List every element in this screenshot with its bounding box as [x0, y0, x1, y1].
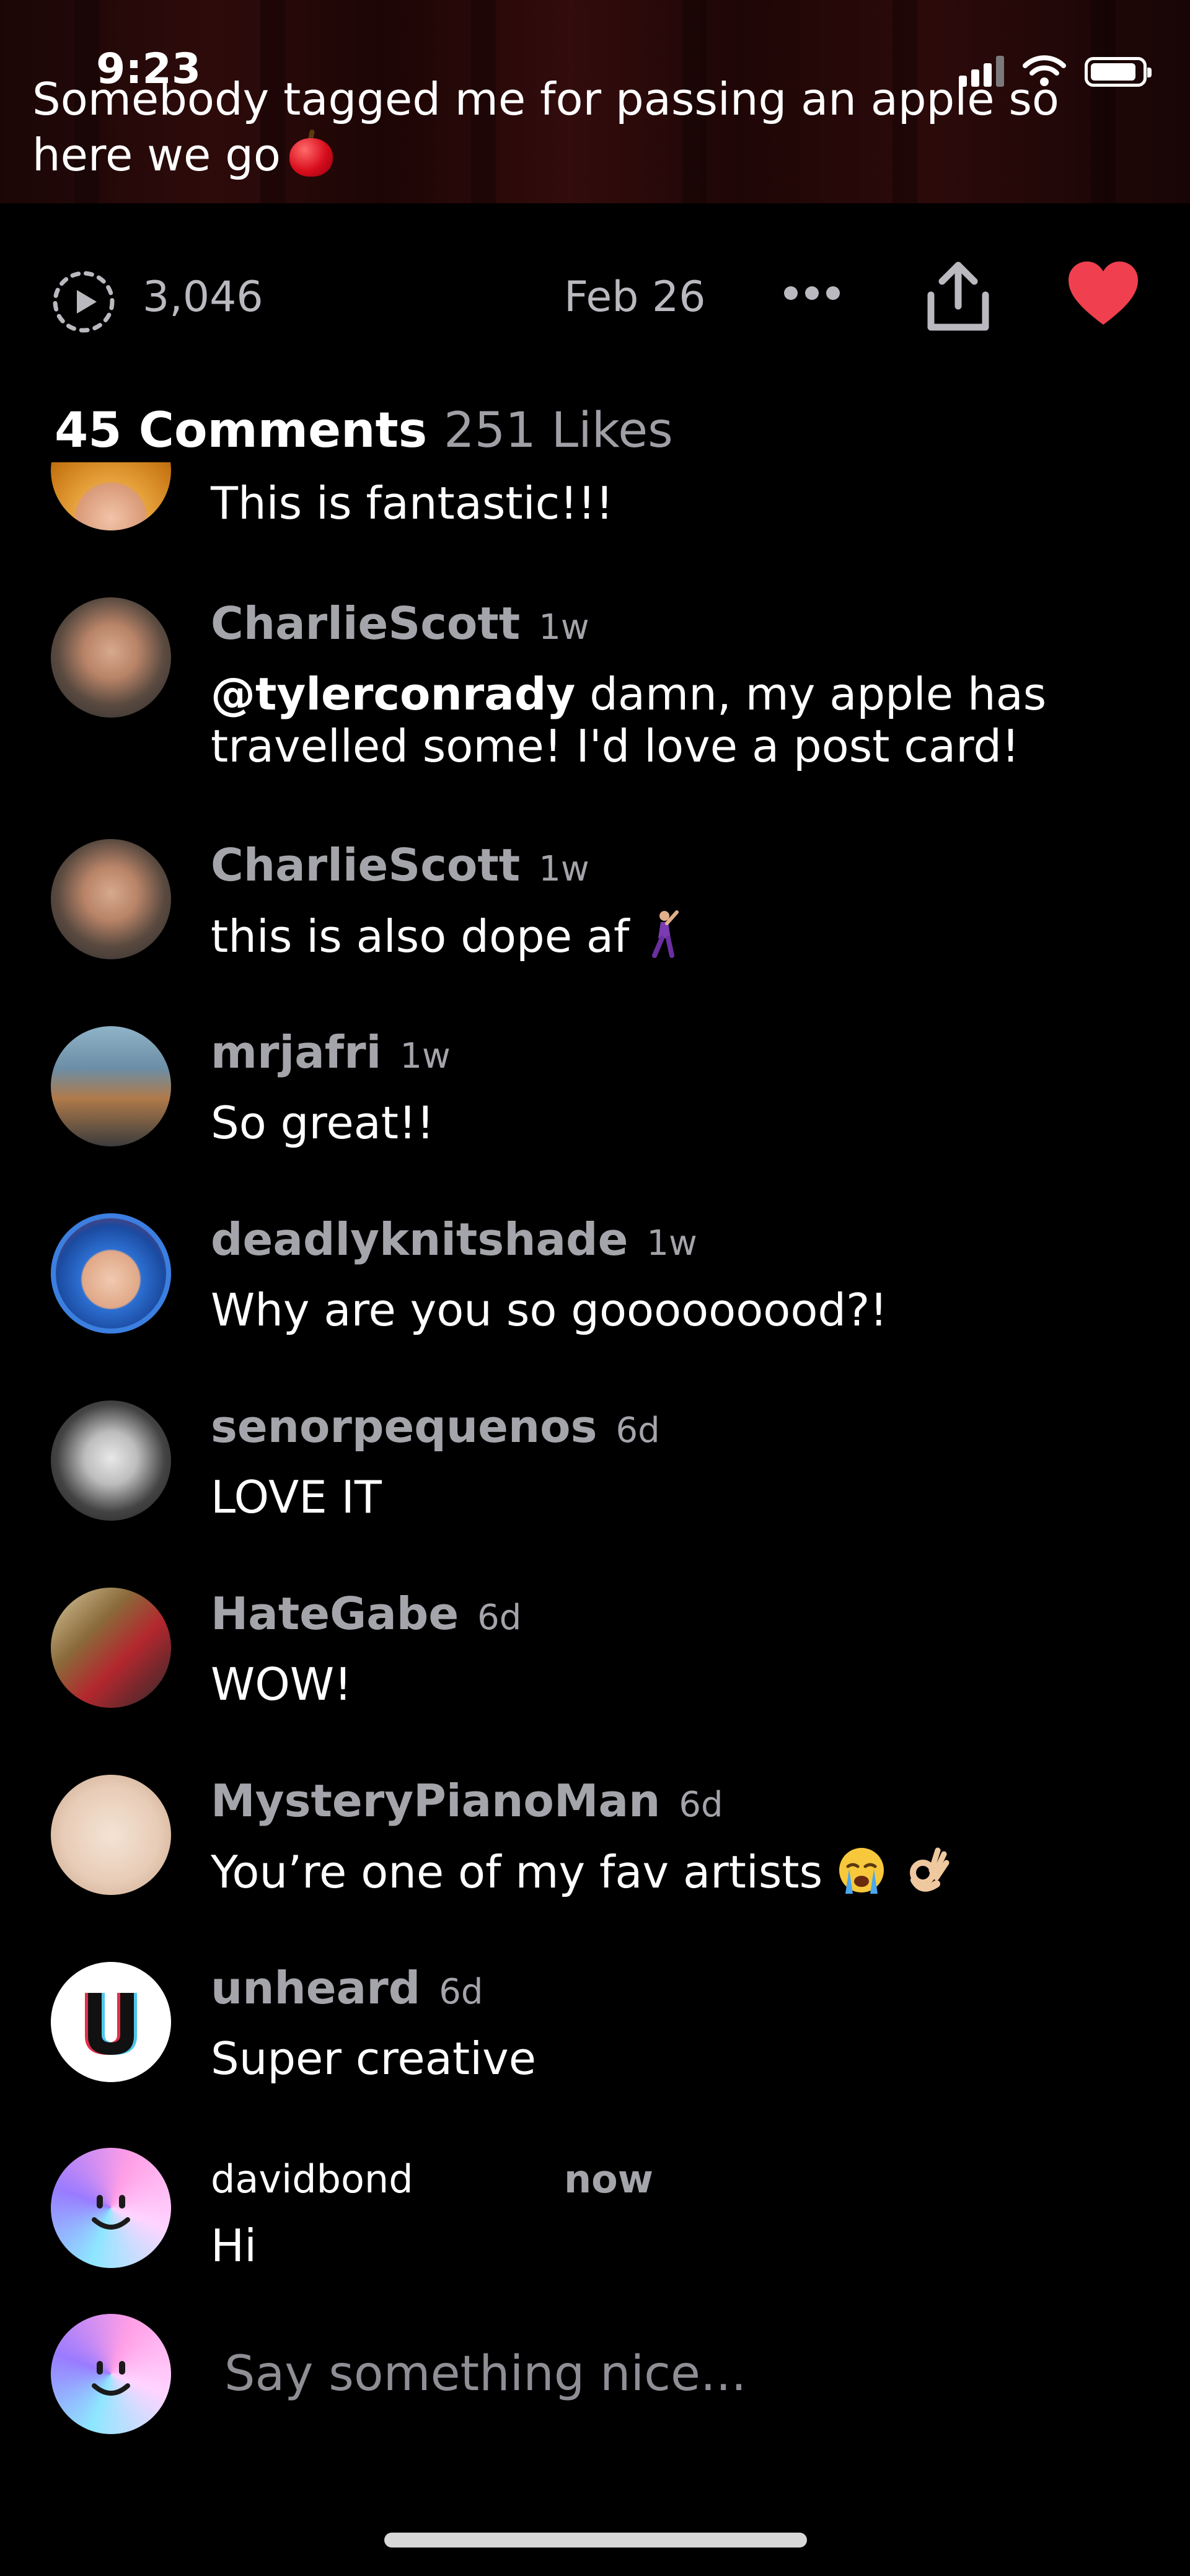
comment-time: 1w	[400, 1036, 451, 1076]
comment-text-line: damn, my apple has	[575, 668, 1047, 720]
tab-likes[interactable]: 251 Likes	[444, 403, 673, 459]
post-date: Feb 26	[564, 273, 706, 322]
caption-text: Somebody tagged me for passing an apple …	[32, 73, 1059, 181]
comment-username[interactable]: unheard	[211, 1962, 420, 2014]
curtain-fold	[1091, 0, 1116, 203]
unheard-logo-icon	[85, 1993, 137, 2055]
comment-header: deadlyknitshade 1w	[211, 1213, 697, 1265]
smiley-face-icon	[92, 2195, 130, 2230]
comment-header: HateGabe 6d	[211, 1588, 521, 1640]
play-count: 3,046	[143, 273, 263, 322]
more-options-icon[interactable]	[784, 286, 840, 301]
ok-hand-emoji-icon	[909, 1847, 950, 1892]
comment-text: This is fantastic!!!	[211, 477, 614, 529]
apple-emoji-icon	[288, 129, 334, 177]
comment-username[interactable]: mrjafri	[211, 1026, 381, 1078]
comment-text: So great!!	[211, 1097, 434, 1149]
smiley-face-icon	[92, 2361, 130, 2396]
comment-text: Why are you so gooooooood?!	[211, 1284, 888, 1336]
comment-time: now	[564, 2156, 654, 2202]
home-indicator[interactable]	[384, 2533, 807, 2547]
avatar[interactable]	[51, 1962, 171, 2082]
post-caption: Somebody tagged me for passing an apple …	[32, 71, 1086, 183]
avatar[interactable]	[51, 1213, 171, 1334]
comment-username[interactable]: deadlyknitshade	[211, 1213, 628, 1265]
comment-text-line: You’re one of my fav artists	[211, 1846, 823, 1898]
tab-comments[interactable]: 45 Comments	[55, 403, 427, 459]
comment-time: 6d	[679, 1785, 723, 1825]
plays-icon	[53, 271, 115, 333]
avatar[interactable]	[51, 1775, 171, 1895]
battery-icon	[1085, 57, 1152, 87]
comment-text: this is also dope af	[211, 910, 681, 962]
comment-time: 6d	[615, 1410, 660, 1451]
comment-time: 6d	[477, 1598, 522, 1638]
comment-header: MysteryPianoMan 6d	[211, 1775, 723, 1827]
comment-text: @tylerconrady damn, my apple has	[211, 668, 1046, 720]
avatar[interactable]	[51, 1026, 171, 1146]
comment-username[interactable]: CharlieScott	[211, 839, 520, 891]
like-heart-icon[interactable]	[1066, 260, 1140, 328]
comment-username[interactable]: senorpequenos	[211, 1400, 597, 1453]
current-user-avatar	[51, 2314, 171, 2434]
comment-username[interactable]: CharlieScott	[211, 597, 520, 649]
comment-text-line: travelled some! I'd love a post card!	[211, 720, 1020, 772]
avatar[interactable]	[51, 839, 171, 959]
comment-time: 1w	[539, 607, 589, 648]
comment-header: unheard 6d	[211, 1962, 483, 2014]
avatar[interactable]	[51, 2148, 171, 2268]
dancing-man-emoji-icon	[652, 910, 679, 958]
avatar[interactable]	[51, 1588, 171, 1708]
avatar[interactable]	[51, 462, 171, 530]
comment-header: CharlieScott 1w	[211, 839, 589, 891]
comment-time: 1w	[539, 849, 589, 889]
comment-text: Super creative	[211, 2033, 536, 2085]
comment-header: senorpequenos 6d	[211, 1400, 660, 1453]
share-icon[interactable]	[923, 260, 993, 333]
comment-text: Hi	[211, 2220, 257, 2272]
comment-username[interactable]: MysteryPianoMan	[211, 1775, 660, 1827]
comment-text: You’re one of my fav artists	[211, 1845, 950, 1898]
comment-username[interactable]: HateGabe	[211, 1588, 459, 1640]
comment-time: 1w	[646, 1223, 697, 1264]
crying-face-emoji-icon	[839, 1848, 884, 1894]
comment-text: WOW!	[211, 1658, 352, 1710]
avatar[interactable]	[51, 597, 171, 718]
mention-link[interactable]: @tylerconrady	[211, 668, 575, 720]
comment-header: mrjafri 1w	[211, 1026, 451, 1078]
comment-text: LOVE IT	[211, 1471, 382, 1523]
comment-username[interactable]: davidbond	[211, 2156, 413, 2202]
comment-time: 6d	[439, 1972, 483, 2012]
comment-header: CharlieScott 1w	[211, 597, 589, 649]
comment-text-line: this is also dope af	[211, 910, 630, 962]
comment-input[interactable]	[223, 2336, 1093, 2412]
avatar[interactable]	[51, 1400, 171, 1521]
